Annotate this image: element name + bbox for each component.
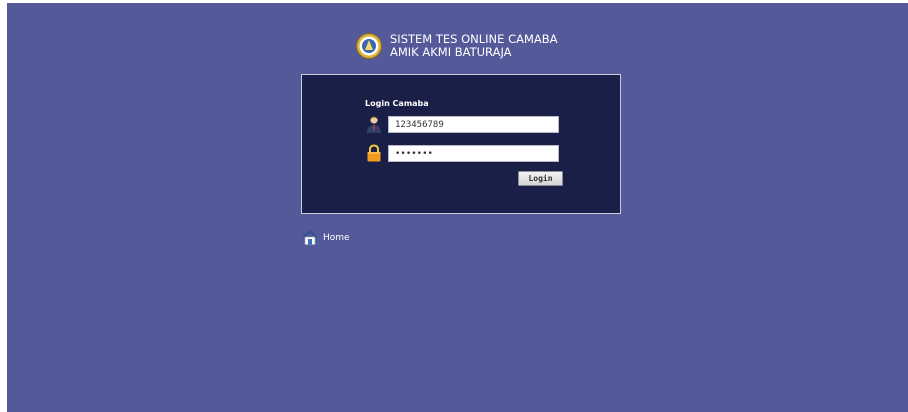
user-icon: [367, 116, 381, 133]
brand-header: SISTEM TES ONLINE CAMABA AMIK AKMI BATUR…: [356, 29, 558, 63]
login-panel: Login Camaba Login: [301, 74, 621, 214]
home-icon: [302, 230, 318, 245]
username-field[interactable]: [388, 116, 559, 133]
lock-icon: [367, 144, 381, 162]
home-link[interactable]: Home: [302, 230, 350, 245]
page-background: SISTEM TES ONLINE CAMABA AMIK AKMI BATUR…: [7, 3, 908, 412]
campus-seal-icon: [356, 33, 382, 59]
login-heading: Login Camaba: [365, 99, 429, 108]
app-title-line2: AMIK AKMI BATURAJA: [390, 45, 512, 59]
app-title: SISTEM TES ONLINE CAMABA AMIK AKMI BATUR…: [390, 33, 558, 59]
password-field[interactable]: [388, 145, 559, 162]
home-label[interactable]: Home: [323, 233, 350, 243]
login-button[interactable]: Login: [518, 171, 563, 186]
